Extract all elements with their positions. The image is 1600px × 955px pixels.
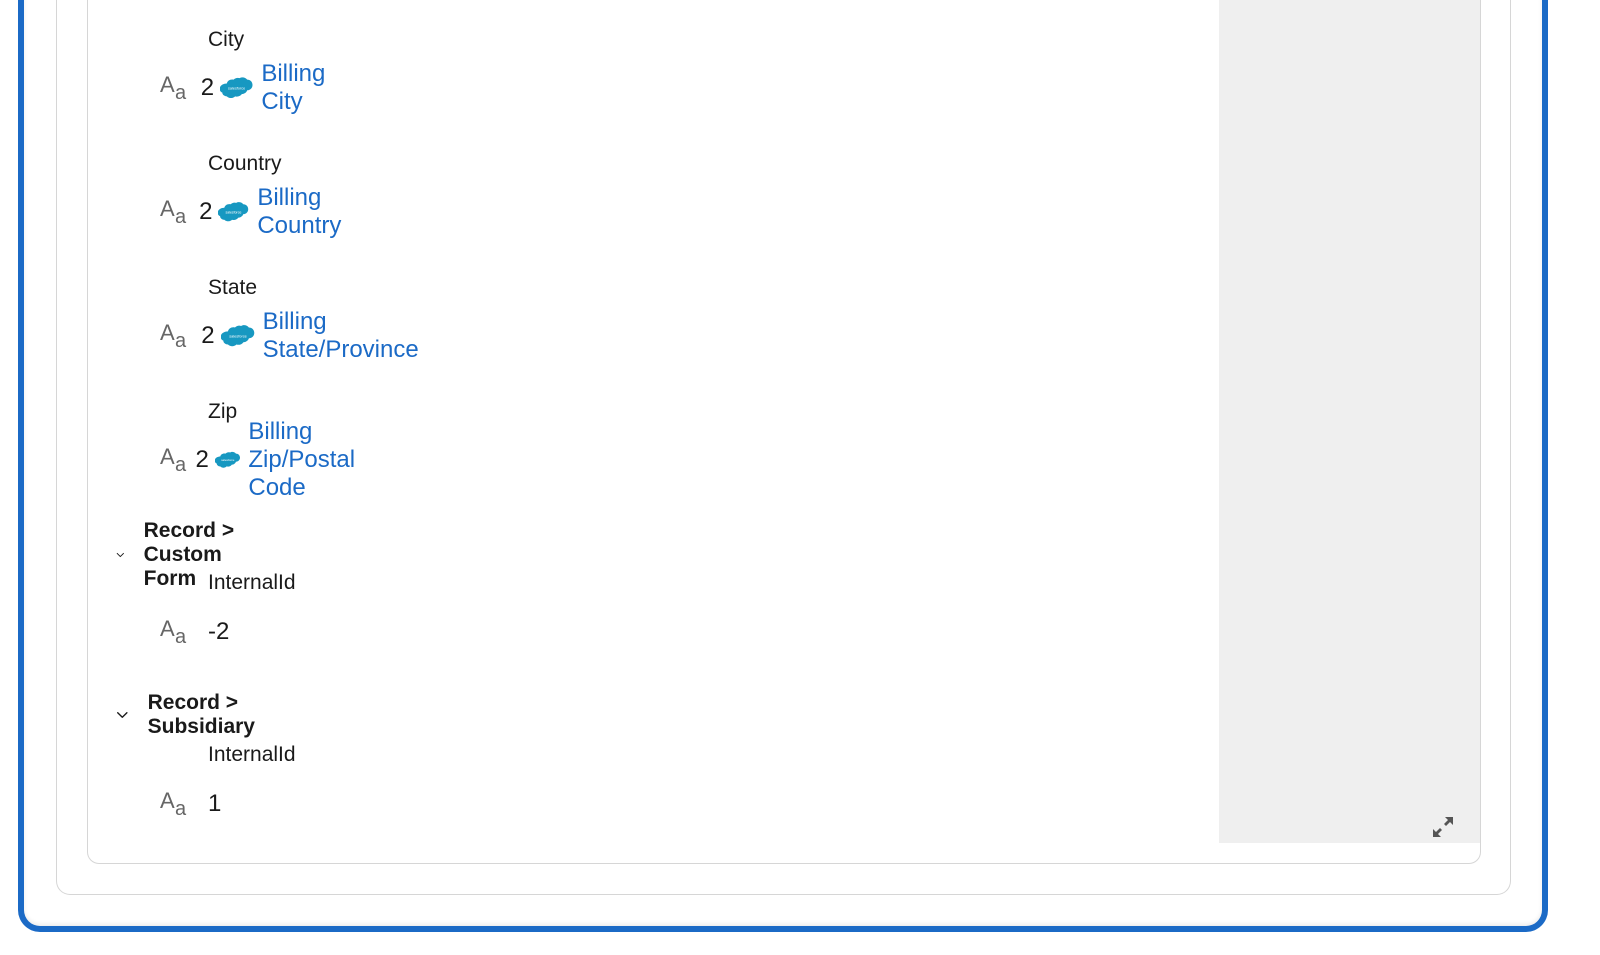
field-row: Aa -2 bbox=[160, 614, 229, 650]
field-label: InternalId bbox=[208, 743, 296, 766]
section-toggle-subsidiary[interactable]: Record > Subsidiary bbox=[116, 691, 264, 739]
field-link-billing-city[interactable]: Billing City bbox=[261, 60, 346, 116]
field-count: 2 bbox=[195, 446, 209, 473]
svg-text:salesforce: salesforce bbox=[221, 458, 235, 462]
expand-icon bbox=[1433, 817, 1453, 837]
field-row: Aa 2 salesforce Billing State/Province bbox=[160, 308, 438, 363]
svg-text:salesforce: salesforce bbox=[229, 335, 247, 339]
field-link-billing-state[interactable]: Billing State/Province bbox=[263, 308, 438, 364]
expand-button[interactable] bbox=[1428, 812, 1458, 842]
chevron-down-icon bbox=[117, 712, 128, 718]
field-link-billing-country[interactable]: Billing Country bbox=[257, 184, 366, 240]
field-value: -2 bbox=[208, 618, 230, 645]
text-type-icon: Aa bbox=[160, 196, 187, 228]
field-label: Zip bbox=[208, 400, 238, 423]
field-row: Aa 2 salesforce Billing Country bbox=[160, 184, 366, 239]
field-row: Aa 2 salesforce Billing Zip/Postal Code bbox=[160, 418, 389, 501]
field-value: 1 bbox=[208, 790, 222, 817]
svg-text:salesforce: salesforce bbox=[226, 210, 242, 214]
salesforce-logo-icon: salesforce bbox=[220, 77, 253, 99]
text-type-icon: Aa bbox=[160, 788, 187, 820]
text-type-icon: Aa bbox=[160, 616, 187, 648]
salesforce-logo-icon: salesforce bbox=[214, 451, 240, 468]
field-count: 2 bbox=[201, 322, 215, 349]
section-title: Record > Subsidiary bbox=[147, 691, 255, 738]
side-panel bbox=[1219, 0, 1480, 843]
text-type-icon: Aa bbox=[160, 72, 187, 104]
salesforce-logo-icon: salesforce bbox=[220, 325, 254, 347]
field-label: InternalId bbox=[208, 571, 296, 594]
field-label: City bbox=[208, 28, 245, 51]
field-row: Aa 2 salesforce Billing City bbox=[160, 60, 346, 115]
field-count: 2 bbox=[200, 74, 215, 101]
salesforce-logo-icon: salesforce bbox=[218, 202, 249, 222]
text-type-icon: Aa bbox=[160, 444, 187, 476]
svg-text:salesforce: salesforce bbox=[228, 87, 245, 91]
chevron-down-icon bbox=[116, 552, 124, 558]
field-label: State bbox=[208, 276, 258, 299]
field-count: 2 bbox=[199, 198, 213, 225]
field-row: Aa 1 bbox=[160, 786, 221, 822]
text-type-icon: Aa bbox=[160, 320, 187, 352]
field-label: Country bbox=[208, 152, 282, 175]
field-link-billing-zip[interactable]: Billing Zip/Postal Code bbox=[248, 418, 388, 502]
